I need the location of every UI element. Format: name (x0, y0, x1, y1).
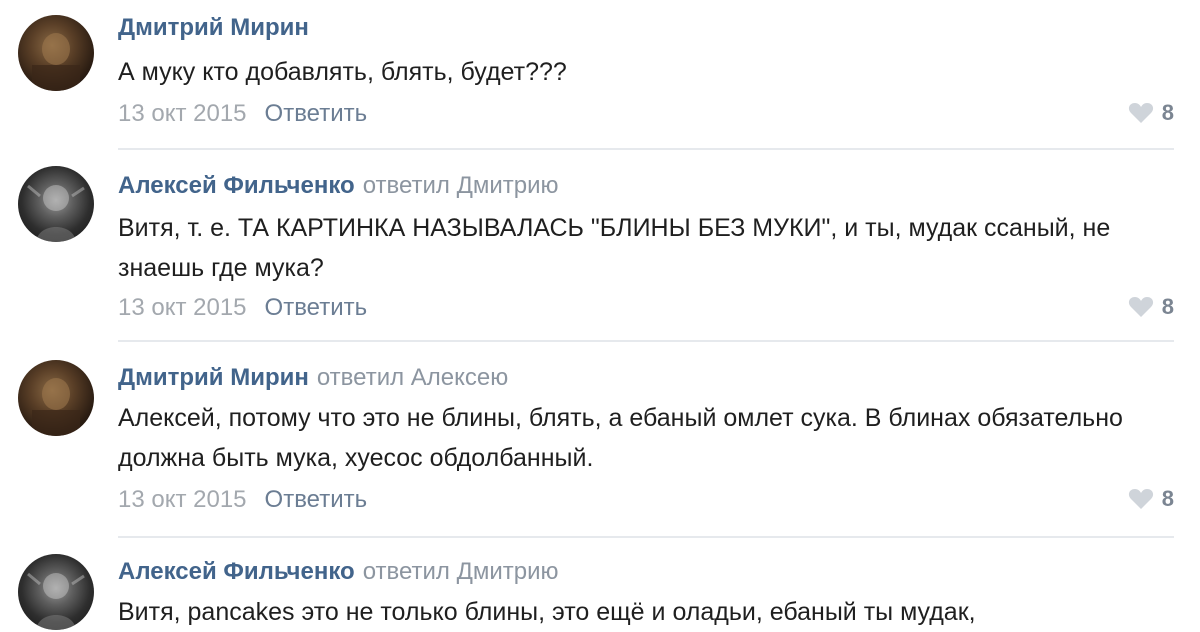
comment-header: Дмитрий Мирин ответил Алексею (118, 364, 508, 392)
heart-icon (1128, 296, 1154, 318)
comment-item: Алексей Фильченко ответил Дмитрию Витя, p… (0, 538, 1200, 630)
comment-header: Алексей Фильченко ответил Дмитрию (118, 558, 559, 586)
comment-item: Дмитрий Мирин ответил Алексею Алексей, по… (0, 342, 1200, 538)
author-name[interactable]: Дмитрий Мирин (118, 14, 309, 41)
author-name[interactable]: Алексей Фильченко (118, 172, 355, 199)
author-name[interactable]: Алексей Фильченко (118, 558, 355, 585)
like-button[interactable]: 8 (1128, 100, 1174, 126)
comment-item: Алексей Фильченко ответил Дмитрию Витя, т… (0, 150, 1200, 342)
like-button[interactable]: 8 (1128, 294, 1174, 320)
like-count: 8 (1161, 486, 1174, 511)
reply-to-label[interactable]: ответил Алексею (317, 364, 508, 391)
avatar-photo-icon (32, 33, 80, 91)
heart-icon (1128, 488, 1154, 510)
comment-text: Витя, т. е. ТА КАРТИНКА НАЗЫВАЛАСЬ "БЛИН… (118, 214, 1111, 282)
comment-date[interactable]: 13 окт 2015 (118, 294, 247, 321)
comment-header: Дмитрий Мирин (118, 14, 309, 42)
author-name[interactable]: Дмитрий Мирин (118, 364, 309, 391)
like-count: 8 (1161, 294, 1174, 319)
avatar-photo-icon (27, 184, 85, 242)
comment-header: Алексей Фильченко ответил Дмитрию (118, 172, 559, 200)
like-count: 8 (1161, 100, 1174, 125)
comment-item: Дмитрий Мирин А муку кто добавлять, блят… (0, 0, 1200, 150)
heart-icon (1128, 102, 1154, 124)
comment-meta: 13 окт 2015 Ответить (118, 100, 367, 128)
comment-text: Витя, pancakes это не только блины, это … (118, 598, 976, 626)
comment-meta: 13 окт 2015 Ответить (118, 294, 367, 322)
avatar[interactable] (18, 15, 94, 91)
avatar-photo-icon (27, 572, 85, 630)
comment-meta: 13 окт 2015 Ответить (118, 486, 367, 514)
avatar[interactable] (18, 554, 94, 630)
avatar[interactable] (18, 360, 94, 436)
reply-button[interactable]: Ответить (265, 294, 368, 321)
reply-to-label[interactable]: ответил Дмитрию (363, 172, 559, 199)
reply-to-label[interactable]: ответил Дмитрию (363, 558, 559, 585)
like-button[interactable]: 8 (1128, 486, 1174, 512)
comment-date[interactable]: 13 окт 2015 (118, 486, 247, 513)
comment-text: Алексей, потому что это не блины, блять,… (118, 404, 1123, 472)
comment-date[interactable]: 13 окт 2015 (118, 100, 247, 127)
reply-button[interactable]: Ответить (265, 486, 368, 513)
avatar-photo-icon (32, 378, 80, 436)
avatar[interactable] (18, 166, 94, 242)
comment-text: А муку кто добавлять, блять, будет??? (118, 58, 567, 86)
reply-button[interactable]: Ответить (265, 100, 368, 127)
